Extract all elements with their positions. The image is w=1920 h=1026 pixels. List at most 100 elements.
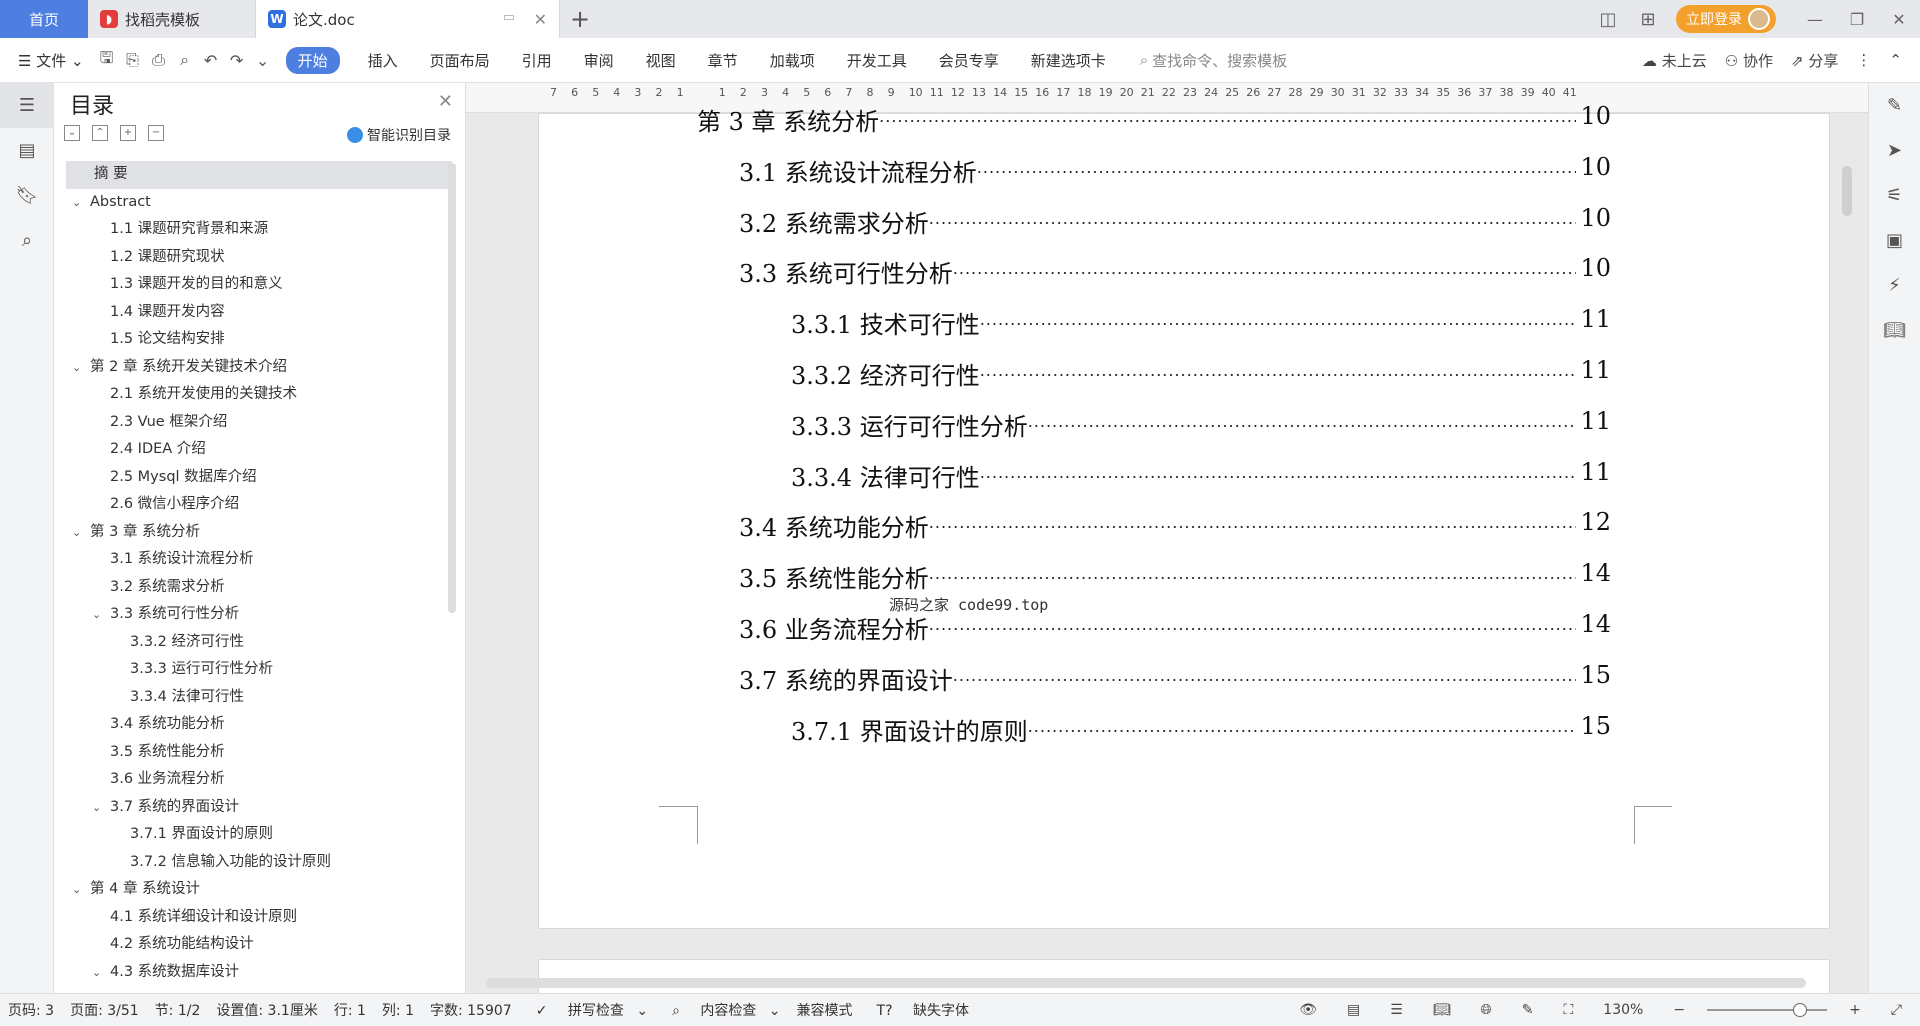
eye-protect-icon[interactable]: 👁︎ xyxy=(1291,1002,1325,1018)
toc-item[interactable]: 摘 要 xyxy=(66,161,452,189)
pen-icon[interactable]: ✎ xyxy=(1514,1002,1542,1018)
chevron-down-icon[interactable]: ⌄ xyxy=(72,519,81,547)
toc-item[interactable]: ⌄ 3.3 系统可行性分析 xyxy=(66,601,452,629)
doc-toc-entry[interactable]: 3.1 系统设计流程分析............................… xyxy=(739,153,1611,188)
web-view-icon[interactable]: 🌐︎ xyxy=(1473,1002,1500,1018)
page-view-icon[interactable]: ▤ xyxy=(1339,1002,1368,1018)
command-search[interactable]: ⌕ 查找命令、搜索模板 xyxy=(1140,50,1287,71)
close-tab-icon[interactable]: ✕ xyxy=(534,10,547,29)
toc-item[interactable]: 3.6 业务流程分析 xyxy=(66,766,452,794)
remove-heading-icon[interactable]: − xyxy=(148,125,164,141)
toc-item[interactable]: 4.1 系统详细设计和设计原则 xyxy=(66,904,452,932)
status-row[interactable]: 行: 1 xyxy=(326,1000,374,1020)
window-mode-icon[interactable]: ▭ xyxy=(503,10,515,25)
toc-item[interactable]: ⌄ 第 2 章 系统开发关键技术介绍 xyxy=(66,354,452,382)
chapter-panel-icon[interactable]: ▤ xyxy=(0,128,54,173)
chevron-down-icon[interactable]: ⌄ xyxy=(72,354,81,382)
status-section[interactable]: 节: 1/2 xyxy=(147,1000,209,1020)
toc-item[interactable]: 1.3 课题开发的目的和意义 xyxy=(66,271,452,299)
tab-home[interactable]: 首页 xyxy=(0,0,88,38)
edit-icon[interactable]: ✎ xyxy=(1869,83,1920,128)
reader-icon[interactable]: 📖︎ xyxy=(1869,308,1920,353)
cloud-status[interactable]: ☁ 未上云 xyxy=(1642,50,1707,71)
apps-grid-icon[interactable]: ⊞ xyxy=(1628,9,1668,30)
tab-page-layout[interactable]: 页面布局 xyxy=(414,50,506,71)
smart-toc-button[interactable]: 智能识别目录 xyxy=(347,125,451,145)
tab-developer[interactable]: 开发工具 xyxy=(831,50,923,71)
doc-toc-entry[interactable]: 3.3 系统可行性分析.............................… xyxy=(739,254,1611,289)
status-col[interactable]: 列: 1 xyxy=(374,1000,422,1020)
status-page-no[interactable]: 页码: 3 xyxy=(0,1000,62,1020)
tab-template[interactable]: ◗ 找稻壳模板 xyxy=(88,0,256,38)
doc-toc-entry[interactable]: 3.4 系统功能分析..............................… xyxy=(739,508,1611,543)
add-heading-icon[interactable]: + xyxy=(120,125,136,141)
toc-scrollbar[interactable] xyxy=(448,163,456,613)
undo-icon[interactable]: ↶ xyxy=(198,51,224,70)
print-icon[interactable]: ⎙ xyxy=(146,50,172,70)
tab-view[interactable]: 视图 xyxy=(630,50,692,71)
tab-review[interactable]: 审阅 xyxy=(568,50,630,71)
toc-item[interactable]: 2.1 系统开发使用的关键技术 xyxy=(66,381,452,409)
collapse-all-icon[interactable]: ⌄ xyxy=(64,125,80,141)
toc-item[interactable]: 4.2 系统功能结构设计 xyxy=(66,931,452,959)
fit-page-icon[interactable]: ⛶ xyxy=(1555,1002,1581,1018)
collaborate-button[interactable]: ⚇ 协作 xyxy=(1725,50,1773,71)
read-view-icon[interactable]: 📖︎ xyxy=(1425,1002,1459,1018)
tab-start[interactable]: 开始 xyxy=(285,46,340,74)
export-pdf-icon[interactable]: ⎘ xyxy=(120,50,146,70)
save-icon[interactable]: 🖫 xyxy=(94,47,120,74)
image-tool-icon[interactable]: ▣ xyxy=(1869,218,1920,263)
bookmark-icon[interactable]: 🔖︎ xyxy=(0,173,54,218)
doc-toc-entry[interactable]: 3.2 系统需求分析..............................… xyxy=(739,204,1611,239)
doc-toc-entry[interactable]: 3.3.2 经济可行性.............................… xyxy=(791,356,1611,391)
toc-item[interactable]: 3.4 系统功能分析 xyxy=(66,711,452,739)
find-icon[interactable]: ⌕ xyxy=(0,218,54,263)
toc-item[interactable]: ⌄ 第 3 章 系统分析 xyxy=(66,519,452,547)
toc-item[interactable]: 1.1 课题研究背景和来源 xyxy=(66,216,452,244)
toc-panel-icon[interactable]: ☰ xyxy=(0,83,54,128)
toc-item[interactable]: 2.4 IDEA 介绍 xyxy=(66,436,452,464)
zoom-slider-handle[interactable] xyxy=(1793,1003,1808,1017)
toc-item[interactable]: ⌄ Abstract xyxy=(66,189,452,217)
ai-assist-icon[interactable]: ⚡︎ xyxy=(1869,263,1920,308)
vertical-scrollbar[interactable] xyxy=(1842,110,1852,890)
zoom-in-icon[interactable]: + xyxy=(1841,1002,1869,1018)
missing-font-button[interactable]: T? 缺失字体 xyxy=(861,1000,985,1020)
toc-item[interactable]: 1.5 论文结构安排 xyxy=(66,326,452,354)
doc-toc-entry[interactable]: 3.6 业务流程分析..............................… xyxy=(739,610,1611,645)
toc-item[interactable]: 3.2 系统需求分析 xyxy=(66,574,452,602)
tab-member[interactable]: 会员专享 xyxy=(923,50,1015,71)
file-menu[interactable]: ☰ 文件 ⌄ xyxy=(8,50,94,71)
toc-item[interactable]: ⌄ 3.7 系统的界面设计 xyxy=(66,794,452,822)
scroll-thumb[interactable] xyxy=(1842,166,1852,216)
doc-toc-entry[interactable]: 3.3.4 法律可行性.............................… xyxy=(791,458,1611,493)
chevron-down-icon[interactable]: ⌄ xyxy=(92,601,101,629)
zoom-slider[interactable] xyxy=(1707,1003,1828,1017)
toc-item[interactable]: ⌄ 第 4 章 系统设计 xyxy=(66,876,452,904)
zoom-level[interactable]: 130% xyxy=(1595,1002,1651,1018)
toc-item[interactable]: 1.2 课题研究现状 xyxy=(66,244,452,272)
doc-toc-entry[interactable]: 3.3.1 技术可行性.............................… xyxy=(791,305,1611,340)
toc-item[interactable]: 3.3.3 运行可行性分析 xyxy=(66,656,452,684)
tab-chapter[interactable]: 章节 xyxy=(692,50,754,71)
doc-toc-entry[interactable]: 3.3.3 运行可行性分析...........................… xyxy=(791,407,1611,442)
toc-item[interactable]: 2.6 微信小程序介绍 xyxy=(66,491,452,519)
tab-new[interactable]: 新建选项卡 xyxy=(1015,50,1122,71)
doc-toc-entry[interactable]: 3.7.1 界面设计的原则...........................… xyxy=(791,712,1611,747)
zoom-out-icon[interactable]: − xyxy=(1665,1002,1693,1018)
expand-all-icon[interactable]: ⌃ xyxy=(92,125,108,141)
status-pages[interactable]: 页面: 3/51 xyxy=(62,1000,147,1020)
share-button[interactable]: ⇗ 分享 xyxy=(1791,50,1838,71)
toc-item[interactable]: ⌄ 4.3 系统数据库设计 xyxy=(66,959,452,987)
spell-check-button[interactable]: ✓ 拼写检查 ⌄ xyxy=(520,1000,656,1020)
toc-item[interactable]: 3.7.2 信息输入功能的设计原则 xyxy=(66,849,452,877)
toc-item[interactable]: 3.1 系统设计流程分析 xyxy=(66,546,452,574)
collapse-ribbon-icon[interactable]: ⌃ xyxy=(1889,51,1902,69)
doc-toc-entry[interactable]: 3.5 系统性能分析..............................… xyxy=(739,559,1611,594)
settings-sliders-icon[interactable]: ⚟ xyxy=(1869,173,1920,218)
customize-toolbar-icon[interactable]: ⌄ xyxy=(250,51,276,70)
new-tab-button[interactable]: + xyxy=(560,5,600,33)
tab-references[interactable]: 引用 xyxy=(506,50,568,71)
print-preview-icon[interactable]: ⌕ xyxy=(172,50,198,70)
tab-document[interactable]: W 论文.doc ▭ ✕ xyxy=(256,0,560,38)
